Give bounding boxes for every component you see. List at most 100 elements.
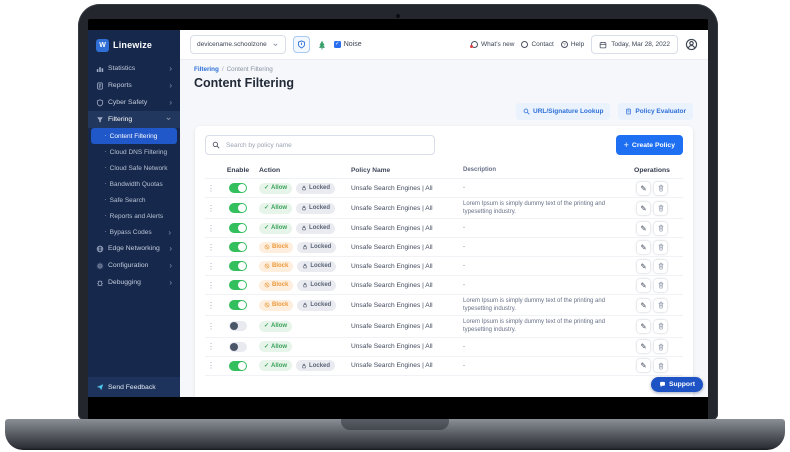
lock-icon bbox=[301, 205, 307, 211]
checkbox-checked-icon[interactable]: ✓ bbox=[334, 41, 341, 48]
enable-toggle[interactable] bbox=[229, 242, 247, 252]
sidebar-item-edge-networking[interactable]: Edge Networking› bbox=[88, 240, 180, 257]
tree-icon[interactable] bbox=[317, 40, 327, 50]
operations-cell: ✎ bbox=[621, 222, 683, 235]
edit-button[interactable]: ✎ bbox=[637, 320, 650, 333]
sidebar-item-filtering[interactable]: Filtering bbox=[88, 111, 180, 128]
url-signature-lookup-button[interactable]: URL/Signature Lookup bbox=[516, 103, 610, 120]
drag-handle[interactable]: ⋮ bbox=[205, 322, 217, 331]
action-cell: BlockLocked bbox=[259, 261, 351, 272]
sidebar-item-debugging[interactable]: Debugging› bbox=[88, 274, 180, 291]
edit-button[interactable]: ✎ bbox=[637, 340, 650, 353]
policy-description: Lorem Ipsum is simply dummy text of the … bbox=[463, 200, 621, 216]
date-picker-button[interactable]: Today, Mar 28, 2022 bbox=[591, 35, 678, 54]
locked-badge-label: Locked bbox=[310, 244, 331, 250]
sidebar-item-cloud-dns-filtering[interactable]: ·Cloud DNS Filtering bbox=[91, 144, 177, 160]
drag-handle[interactable]: ⋮ bbox=[205, 184, 217, 193]
policy-description: - bbox=[463, 281, 621, 289]
edit-button[interactable]: ✎ bbox=[637, 299, 650, 312]
page-title: Content Filtering bbox=[180, 73, 708, 90]
drag-handle[interactable]: ⋮ bbox=[205, 361, 217, 370]
enable-toggle[interactable] bbox=[229, 183, 247, 193]
edit-button[interactable]: ✎ bbox=[637, 260, 650, 273]
device-dropdown[interactable]: devicename.schoolzone bbox=[190, 35, 286, 54]
edit-button[interactable]: ✎ bbox=[637, 279, 650, 292]
operations-cell: ✎ bbox=[621, 320, 683, 333]
delete-button[interactable] bbox=[654, 260, 667, 273]
policy-description: - bbox=[463, 184, 621, 192]
drag-handle[interactable]: ⋮ bbox=[205, 301, 217, 310]
breadcrumb-parent-link[interactable]: Filtering bbox=[194, 66, 219, 73]
drag-handle[interactable]: ⋮ bbox=[205, 262, 217, 271]
delete-button[interactable] bbox=[654, 241, 667, 254]
edit-button[interactable]: ✎ bbox=[637, 241, 650, 254]
enable-toggle[interactable] bbox=[229, 261, 247, 271]
sidebar-item-statistics[interactable]: Statistics› bbox=[88, 60, 180, 77]
delete-button[interactable] bbox=[654, 340, 667, 353]
sidebar-item-content-filtering[interactable]: ·Content Filtering bbox=[91, 128, 177, 144]
sidebar: W Linewize Statistics›Reports›Cyber Safe… bbox=[88, 30, 180, 397]
edit-button[interactable]: ✎ bbox=[637, 182, 650, 195]
locked-badge: Locked bbox=[296, 203, 335, 214]
sidebar-item-safe-search[interactable]: ·Safe Search bbox=[91, 192, 177, 208]
drag-handle[interactable]: ⋮ bbox=[205, 243, 217, 252]
policy-evaluator-label: Policy Evaluator bbox=[635, 108, 686, 115]
trash-icon bbox=[657, 204, 665, 212]
help-link[interactable]: ? Help bbox=[561, 41, 584, 48]
enable-toggle[interactable] bbox=[229, 280, 247, 290]
whats-new-link[interactable]: What's new bbox=[471, 41, 514, 48]
sidebar-item-label: Statistics bbox=[108, 65, 135, 72]
bullet-icon: · bbox=[104, 228, 107, 236]
table-row: ⋮✓AllowLockedUnsafe Search Engines | All… bbox=[205, 219, 683, 238]
drag-handle[interactable]: ⋮ bbox=[205, 224, 217, 233]
enable-toggle[interactable] bbox=[229, 321, 247, 331]
block-badge: Block bbox=[259, 242, 293, 253]
delete-button[interactable] bbox=[654, 222, 667, 235]
allow-badge-label: Allow bbox=[271, 363, 287, 369]
chevron-right-icon: › bbox=[169, 82, 172, 90]
sidebar-item-reports-and-alerts[interactable]: ·Reports and Alerts bbox=[91, 208, 177, 224]
edit-button[interactable]: ✎ bbox=[637, 202, 650, 215]
delete-button[interactable] bbox=[654, 299, 667, 312]
trash-icon bbox=[657, 184, 665, 192]
contact-link[interactable]: Contact bbox=[521, 41, 553, 48]
enable-toggle[interactable] bbox=[229, 300, 247, 310]
enable-cell bbox=[217, 183, 259, 193]
enable-toggle[interactable] bbox=[229, 203, 247, 213]
support-button[interactable]: Support bbox=[651, 377, 703, 392]
block-badge: Block bbox=[259, 261, 293, 272]
user-avatar-button[interactable] bbox=[685, 38, 698, 51]
search-input[interactable] bbox=[224, 141, 428, 150]
sidebar-item-configuration[interactable]: Configuration› bbox=[88, 257, 180, 274]
enable-toggle[interactable] bbox=[229, 223, 247, 233]
delete-button[interactable] bbox=[654, 320, 667, 333]
sidebar-item-cloud-safe-network[interactable]: ·Cloud Safe Network bbox=[91, 160, 177, 176]
noise-checkbox-group[interactable]: ✓ Noise bbox=[334, 41, 362, 48]
sidebar-item-bandwidth-quotas[interactable]: ·Bandwidth Quotas bbox=[91, 176, 177, 192]
create-policy-label: Create Policy bbox=[632, 142, 675, 149]
pencil-icon: ✎ bbox=[640, 281, 646, 290]
delete-button[interactable] bbox=[654, 279, 667, 292]
enable-toggle[interactable] bbox=[229, 342, 247, 352]
enable-toggle[interactable] bbox=[229, 361, 247, 371]
table-header-row: Enable Action Policy Name Description Op… bbox=[205, 163, 683, 179]
sidebar-item-cyber-safety[interactable]: Cyber Safety› bbox=[88, 94, 180, 111]
policy-search[interactable] bbox=[205, 135, 435, 155]
send-feedback-button[interactable]: Send Feedback bbox=[88, 377, 180, 397]
policy-name: Unsafe Search Engines | All bbox=[351, 282, 463, 289]
drag-handle[interactable]: ⋮ bbox=[205, 281, 217, 290]
edit-button[interactable]: ✎ bbox=[637, 359, 650, 372]
filter-shield-button[interactable] bbox=[293, 36, 310, 53]
sidebar-item-bypass-codes[interactable]: ·Bypass Codes› bbox=[91, 224, 177, 240]
policy-evaluator-button[interactable]: Policy Evaluator bbox=[618, 103, 693, 120]
delete-button[interactable] bbox=[654, 182, 667, 195]
brand-logo[interactable]: W Linewize bbox=[88, 30, 180, 60]
drag-handle[interactable]: ⋮ bbox=[205, 342, 217, 351]
sidebar-item-reports[interactable]: Reports› bbox=[88, 77, 180, 94]
delete-button[interactable] bbox=[654, 202, 667, 215]
paper-plane-icon bbox=[96, 383, 104, 391]
create-policy-button[interactable]: + Create Policy bbox=[616, 135, 683, 155]
delete-button[interactable] bbox=[654, 359, 667, 372]
drag-handle[interactable]: ⋮ bbox=[205, 204, 217, 213]
edit-button[interactable]: ✎ bbox=[637, 222, 650, 235]
